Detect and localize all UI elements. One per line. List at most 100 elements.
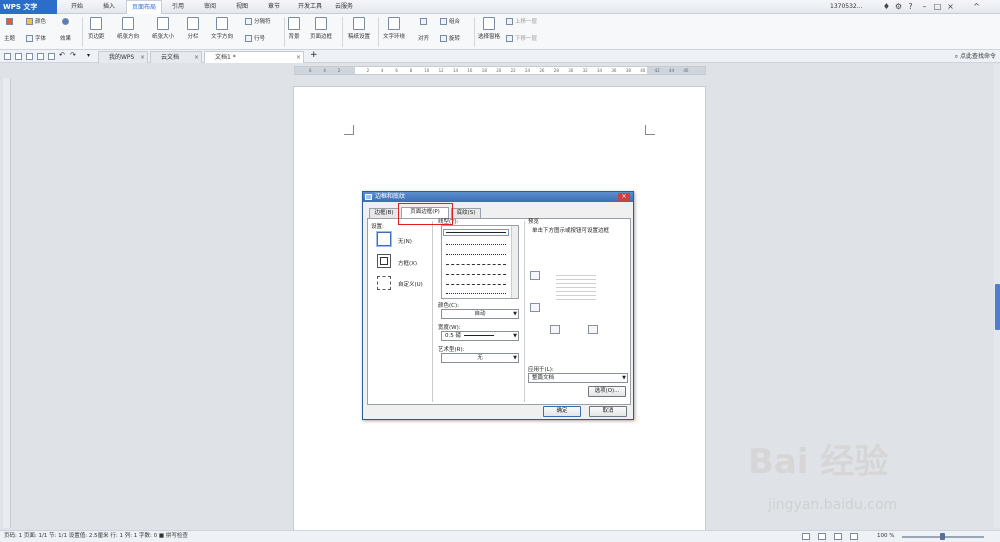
line-style-scrollbar[interactable] bbox=[511, 226, 518, 298]
web-view-icon[interactable] bbox=[850, 533, 858, 540]
chevron-down-icon: ▼ bbox=[513, 311, 517, 317]
zoom-level[interactable]: 100 % bbox=[877, 531, 894, 542]
background-button[interactable]: 背景 bbox=[288, 17, 300, 40]
ribbon: 颜色 主题 字体 效果 页边距 纸张方向 纸张大小 分栏 文字方向 分隔符 行号… bbox=[0, 14, 1000, 50]
close-tab-icon[interactable]: × bbox=[296, 52, 301, 63]
margin-button[interactable]: 页边距 bbox=[88, 17, 105, 40]
width-select[interactable]: 0.5 磅 ▼ bbox=[441, 331, 519, 341]
columns-button[interactable]: 分栏 bbox=[187, 17, 199, 40]
scrollbar-thumb[interactable] bbox=[995, 284, 1000, 330]
tab-cloud-service[interactable]: 云服务 bbox=[330, 0, 358, 14]
print-preview-icon[interactable] bbox=[48, 53, 55, 60]
ok-button[interactable]: 确定 bbox=[543, 406, 581, 417]
ruler-number: 6 bbox=[309, 68, 312, 73]
tab-review[interactable]: 审阅 bbox=[196, 0, 224, 14]
preview-right-border-button[interactable] bbox=[588, 325, 598, 334]
undo-icon[interactable]: ↶ bbox=[59, 52, 66, 60]
setting-box-label[interactable]: 方框(X) bbox=[398, 259, 417, 267]
theme-color-icon[interactable] bbox=[6, 17, 13, 25]
rotate-button[interactable]: 旋转 bbox=[440, 34, 460, 42]
tab-insert[interactable]: 插入 bbox=[94, 0, 124, 14]
command-search[interactable]: ⌕ 点此查找命令 bbox=[955, 51, 996, 62]
doc-tab-document1[interactable]: 文档1 * × bbox=[204, 51, 304, 63]
effect-button[interactable]: 效果 bbox=[60, 34, 71, 42]
tab-view[interactable]: 视图 bbox=[228, 0, 256, 14]
vertical-ruler[interactable] bbox=[3, 78, 11, 528]
title-bar: WPS 文字 开始 插入 页面布局 引用 审阅 视图 章节 开发工具 云服务 1… bbox=[0, 0, 1000, 14]
open-icon[interactable] bbox=[4, 53, 11, 60]
zoom-slider-knob[interactable] bbox=[940, 533, 945, 540]
draft-setting-button[interactable]: 稿纸设置 bbox=[348, 17, 370, 40]
options-button[interactable]: 选项(O)... bbox=[588, 386, 626, 397]
setting-custom-label[interactable]: 自定义(U) bbox=[398, 280, 423, 288]
line-style-dashed[interactable] bbox=[446, 264, 506, 265]
select-pane-button[interactable]: 选择窗格 bbox=[478, 17, 500, 40]
cancel-button[interactable]: 取消 bbox=[589, 406, 627, 417]
record-icon[interactable] bbox=[62, 17, 69, 25]
setting-none-label[interactable]: 无(N) bbox=[398, 237, 412, 245]
line-style-dash-dot[interactable] bbox=[446, 274, 506, 275]
preview-bottom-border-button[interactable] bbox=[530, 303, 540, 312]
minimize-icon[interactable]: – bbox=[920, 2, 929, 11]
font-button[interactable]: 字体 bbox=[26, 34, 46, 42]
paper-size-button[interactable]: 纸张大小 bbox=[152, 17, 174, 40]
preview-left-border-button[interactable] bbox=[550, 325, 560, 334]
page-border-button[interactable]: 页面边框 bbox=[310, 17, 332, 40]
line-style-solid[interactable] bbox=[443, 229, 509, 236]
setting-box-icon[interactable] bbox=[377, 254, 391, 268]
user-account[interactable]: 1370532... bbox=[830, 0, 862, 14]
separator-button[interactable]: 分隔符 bbox=[245, 17, 271, 25]
color-button[interactable]: 颜色 bbox=[26, 17, 46, 25]
doc-tab-my-wps[interactable]: 我的WPS × bbox=[98, 51, 148, 63]
color-select[interactable]: 自动 ▼ bbox=[441, 309, 519, 319]
line-style-list[interactable] bbox=[441, 225, 519, 299]
tab-list-icon[interactable]: ▾ bbox=[87, 53, 94, 60]
outline-view-icon[interactable] bbox=[818, 533, 826, 540]
wps-app-menu[interactable]: WPS 文字 bbox=[0, 0, 57, 14]
close-tab-icon[interactable]: × bbox=[194, 52, 199, 63]
group-button[interactable]: 组合 bbox=[440, 17, 460, 25]
tab-border[interactable]: 边框(B) bbox=[369, 208, 399, 218]
align-button[interactable]: 对齐 bbox=[418, 34, 429, 42]
tab-page-layout[interactable]: 页面布局 bbox=[126, 0, 162, 14]
setting-custom-icon[interactable] bbox=[377, 276, 391, 290]
close-tab-icon[interactable]: × bbox=[140, 52, 145, 63]
ribbon-collapse-icon[interactable]: ^ bbox=[972, 2, 981, 11]
line-style-dash-dot-dot[interactable] bbox=[446, 293, 506, 294]
line-style-dotted[interactable] bbox=[446, 244, 506, 245]
align-icon[interactable] bbox=[420, 17, 427, 25]
art-select[interactable]: 无 ▼ bbox=[441, 353, 519, 363]
output-pdf-icon[interactable] bbox=[26, 53, 33, 60]
settings-icon[interactable]: ⚙ bbox=[894, 2, 903, 11]
help-icon[interactable]: ? bbox=[906, 2, 915, 11]
print-icon[interactable] bbox=[37, 53, 44, 60]
close-icon[interactable]: × bbox=[946, 2, 955, 11]
reading-view-icon[interactable] bbox=[834, 533, 842, 540]
text-direction-button[interactable]: 文字方向 bbox=[211, 17, 233, 40]
orientation-button[interactable]: 纸张方向 bbox=[117, 17, 139, 40]
tab-dev-tools[interactable]: 开发工具 bbox=[292, 0, 328, 14]
tab-reference[interactable]: 引用 bbox=[164, 0, 192, 14]
save-icon[interactable] bbox=[15, 53, 22, 60]
page-view-icon[interactable] bbox=[802, 533, 810, 540]
line-style-long-dash[interactable] bbox=[446, 284, 506, 285]
send-backward-button[interactable]: 下移一层 bbox=[506, 34, 537, 42]
tab-chapter[interactable]: 章节 bbox=[260, 0, 288, 14]
watermark-url: jingyan.baidu.com bbox=[768, 497, 898, 513]
setting-none-icon[interactable] bbox=[377, 232, 391, 246]
doc-tab-cloud[interactable]: 云文档 × bbox=[150, 51, 202, 63]
apply-to-select[interactable]: 整篇文档 ▼ bbox=[528, 373, 628, 383]
restore-icon[interactable]: □ bbox=[933, 2, 942, 11]
line-style-dotted-2[interactable] bbox=[446, 254, 506, 255]
text-wrap-button[interactable]: 文字环绕 bbox=[383, 17, 405, 40]
horizontal-ruler[interactable]: 6 4 2 2 4 6 8 10 12 14 16 18 20 22 24 26 28 30 32 34 36 38 40 4… bbox=[294, 66, 706, 75]
new-tab-icon[interactable]: + bbox=[310, 51, 318, 60]
tab-start[interactable]: 开始 bbox=[62, 0, 92, 14]
preview-top-border-button[interactable] bbox=[530, 271, 540, 280]
dialog-close-button[interactable]: × bbox=[618, 193, 630, 201]
bring-forward-button[interactable]: 上移一层 bbox=[506, 17, 537, 25]
redo-icon[interactable]: ↷ bbox=[70, 52, 77, 60]
theme-button[interactable]: 主题 bbox=[4, 34, 15, 42]
line-number-button[interactable]: 行号 bbox=[245, 34, 265, 42]
skin-icon[interactable]: ♦ bbox=[882, 2, 891, 11]
